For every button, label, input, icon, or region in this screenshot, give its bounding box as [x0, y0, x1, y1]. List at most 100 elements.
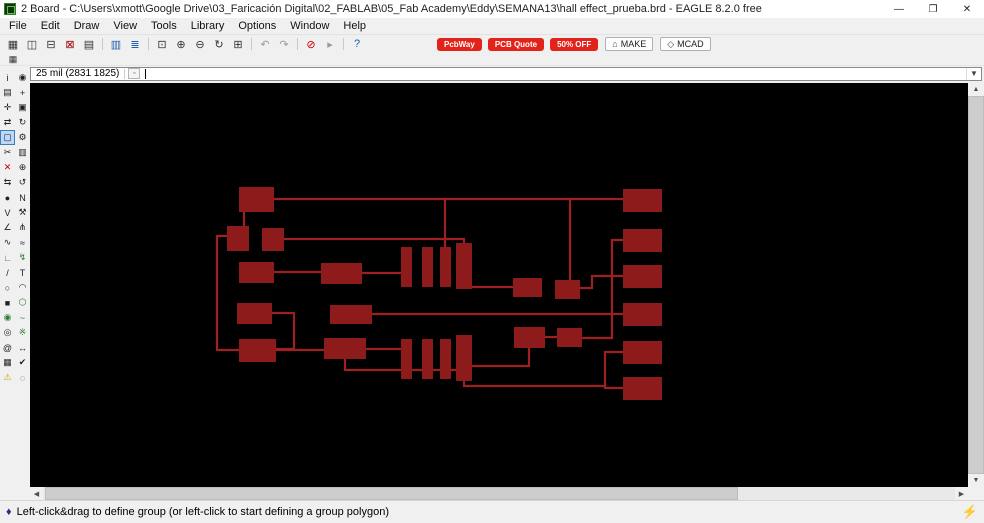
split-tool-icon[interactable]: ⋔	[15, 220, 30, 235]
ripup-tool-icon[interactable]: ↯	[15, 250, 30, 265]
hole-tool-icon[interactable]: ◎	[0, 325, 15, 340]
smash-tool-icon[interactable]: ⚒	[15, 205, 30, 220]
pcb-pad[interactable]	[456, 335, 472, 381]
pcb-pad[interactable]	[555, 280, 580, 299]
menu-file[interactable]: File	[2, 19, 34, 33]
chevron-down-icon[interactable]: ▼	[966, 67, 981, 80]
pcb-pad[interactable]	[623, 377, 662, 400]
pcb-pad[interactable]	[513, 278, 542, 297]
pcb-trace[interactable]	[472, 347, 531, 368]
mark-tool-icon[interactable]: +	[15, 85, 30, 100]
vertical-scroll-thumb[interactable]	[968, 96, 984, 474]
menu-draw[interactable]: Draw	[67, 19, 107, 33]
drc-tool-icon[interactable]: ✔	[15, 355, 30, 370]
show-tool-icon[interactable]: ◉	[15, 70, 30, 85]
pcb-pad[interactable]	[239, 187, 274, 212]
pcb-canvas[interactable]	[30, 83, 968, 487]
scroll-right-icon[interactable]: ▶	[955, 487, 968, 500]
pcb-pad[interactable]	[401, 339, 412, 379]
pcb-pad[interactable]	[623, 229, 662, 252]
zoom-in-icon[interactable]: ⊕	[172, 36, 190, 52]
menu-help[interactable]: Help	[336, 19, 373, 33]
pcbway-badge[interactable]: PcbWay	[437, 37, 482, 51]
horizontal-scroll-track[interactable]	[43, 487, 955, 500]
autoroute-tool-icon[interactable]: ▦	[0, 355, 15, 370]
close-button[interactable]: ✕	[950, 0, 984, 18]
paste-tool-icon[interactable]: ▥	[15, 145, 30, 160]
add-tool-icon[interactable]: ⊕	[15, 160, 30, 175]
meander-tool-icon[interactable]: ≈	[15, 235, 30, 250]
import-export-icon[interactable]: ▤	[80, 36, 98, 52]
menu-view[interactable]: View	[106, 19, 144, 33]
scroll-up-icon[interactable]: ▲	[968, 83, 984, 96]
cut-tool-icon[interactable]: ✂	[0, 145, 15, 160]
mark-position-button[interactable]: ▫	[128, 68, 141, 79]
pcb-pad[interactable]	[623, 303, 662, 326]
mcad-button[interactable]: ◇ MCAD	[660, 37, 711, 51]
pcb-pad[interactable]	[239, 262, 274, 283]
make-button[interactable]: ⌂ MAKE	[605, 37, 654, 51]
pcb-pad[interactable]	[237, 303, 272, 324]
redo-icon[interactable]: ↷	[275, 36, 293, 52]
menu-tools[interactable]: Tools	[144, 19, 184, 33]
zoom-fit-icon[interactable]: ⊡	[153, 36, 171, 52]
help-icon[interactable]: ?	[348, 36, 366, 52]
horizontal-scroll-thumb[interactable]	[45, 487, 739, 500]
group-tool-icon[interactable]: ▢	[0, 130, 15, 145]
text-tool-icon[interactable]: T	[15, 265, 30, 280]
via-tool-icon[interactable]: ◉	[0, 310, 15, 325]
copy-tool-icon[interactable]: ▣	[15, 100, 30, 115]
horizontal-scrollbar[interactable]: ◀ ▶	[30, 487, 968, 500]
move-tool-icon[interactable]: ✛	[0, 100, 15, 115]
pcb-trace[interactable]	[580, 274, 623, 290]
grid-button[interactable]: ▦	[4, 53, 22, 65]
command-input[interactable]	[146, 67, 966, 80]
pcb-pad[interactable]	[422, 339, 433, 379]
mirror-tool-icon[interactable]: ⇄	[0, 115, 15, 130]
go-icon[interactable]: ▸	[321, 36, 339, 52]
display-layers-tool-icon[interactable]: ▤	[0, 85, 15, 100]
pcb-pad[interactable]	[324, 338, 366, 359]
delete-tool-icon[interactable]: ✕	[0, 160, 15, 175]
arc-tool-icon[interactable]: ◠	[15, 280, 30, 295]
menu-library[interactable]: Library	[184, 19, 232, 33]
errors-tool-icon[interactable]: ⚠	[0, 370, 15, 385]
pcb-pad[interactable]	[514, 327, 545, 348]
polygon-tool-icon[interactable]: ⬡	[15, 295, 30, 310]
pcb-pad[interactable]	[623, 189, 662, 212]
optimize-tool-icon[interactable]: ∿	[0, 235, 15, 250]
scroll-down-icon[interactable]: ▼	[968, 474, 984, 487]
stop-icon[interactable]: ⊘	[302, 36, 320, 52]
pcb-quote-badge[interactable]: PCB Quote	[487, 37, 545, 51]
lightning-icon[interactable]: ⚡	[962, 504, 978, 520]
menu-edit[interactable]: Edit	[34, 19, 67, 33]
pinswap-tool-icon[interactable]: ⇆	[0, 175, 15, 190]
pcb-pad[interactable]	[330, 305, 372, 324]
zoom-redraw-icon[interactable]: ↻	[210, 36, 228, 52]
lock-tool-icon[interactable]: ●	[0, 190, 15, 205]
pcb-pad[interactable]	[557, 328, 582, 347]
drill-aid-tool-icon[interactable]: ◌	[15, 370, 30, 385]
pcb-pad[interactable]	[440, 339, 451, 379]
command-field[interactable]: 25 mil (2831 1825) ▫ ▼	[30, 66, 982, 81]
info-tool-icon[interactable]: i	[0, 70, 15, 85]
scroll-left-icon[interactable]: ◀	[30, 487, 43, 500]
pcb-pad[interactable]	[456, 243, 472, 289]
pcb-pad[interactable]	[422, 247, 433, 287]
pcb-discount-badge[interactable]: 50% OFF	[550, 37, 599, 51]
miter-tool-icon[interactable]: ∠	[0, 220, 15, 235]
load-design-icon[interactable]: ▥	[107, 36, 125, 52]
pcb-pad[interactable]	[623, 341, 662, 364]
vertical-scrollbar[interactable]: ▲ ▼	[968, 83, 984, 487]
print-icon[interactable]: ⊟	[42, 36, 60, 52]
rotate-tool-icon[interactable]: ↻	[15, 115, 30, 130]
minimize-button[interactable]: —	[882, 0, 916, 18]
pcb-trace[interactable]	[603, 386, 623, 390]
run-script-icon[interactable]: ≣	[126, 36, 144, 52]
dimension-tool-icon[interactable]: ↔	[15, 340, 30, 355]
pcb-pad[interactable]	[321, 263, 362, 284]
pcb-pad[interactable]	[239, 339, 276, 362]
replace-tool-icon[interactable]: ↺	[15, 175, 30, 190]
pcb-trace[interactable]	[284, 237, 466, 247]
attribute-tool-icon[interactable]: @	[0, 340, 15, 355]
